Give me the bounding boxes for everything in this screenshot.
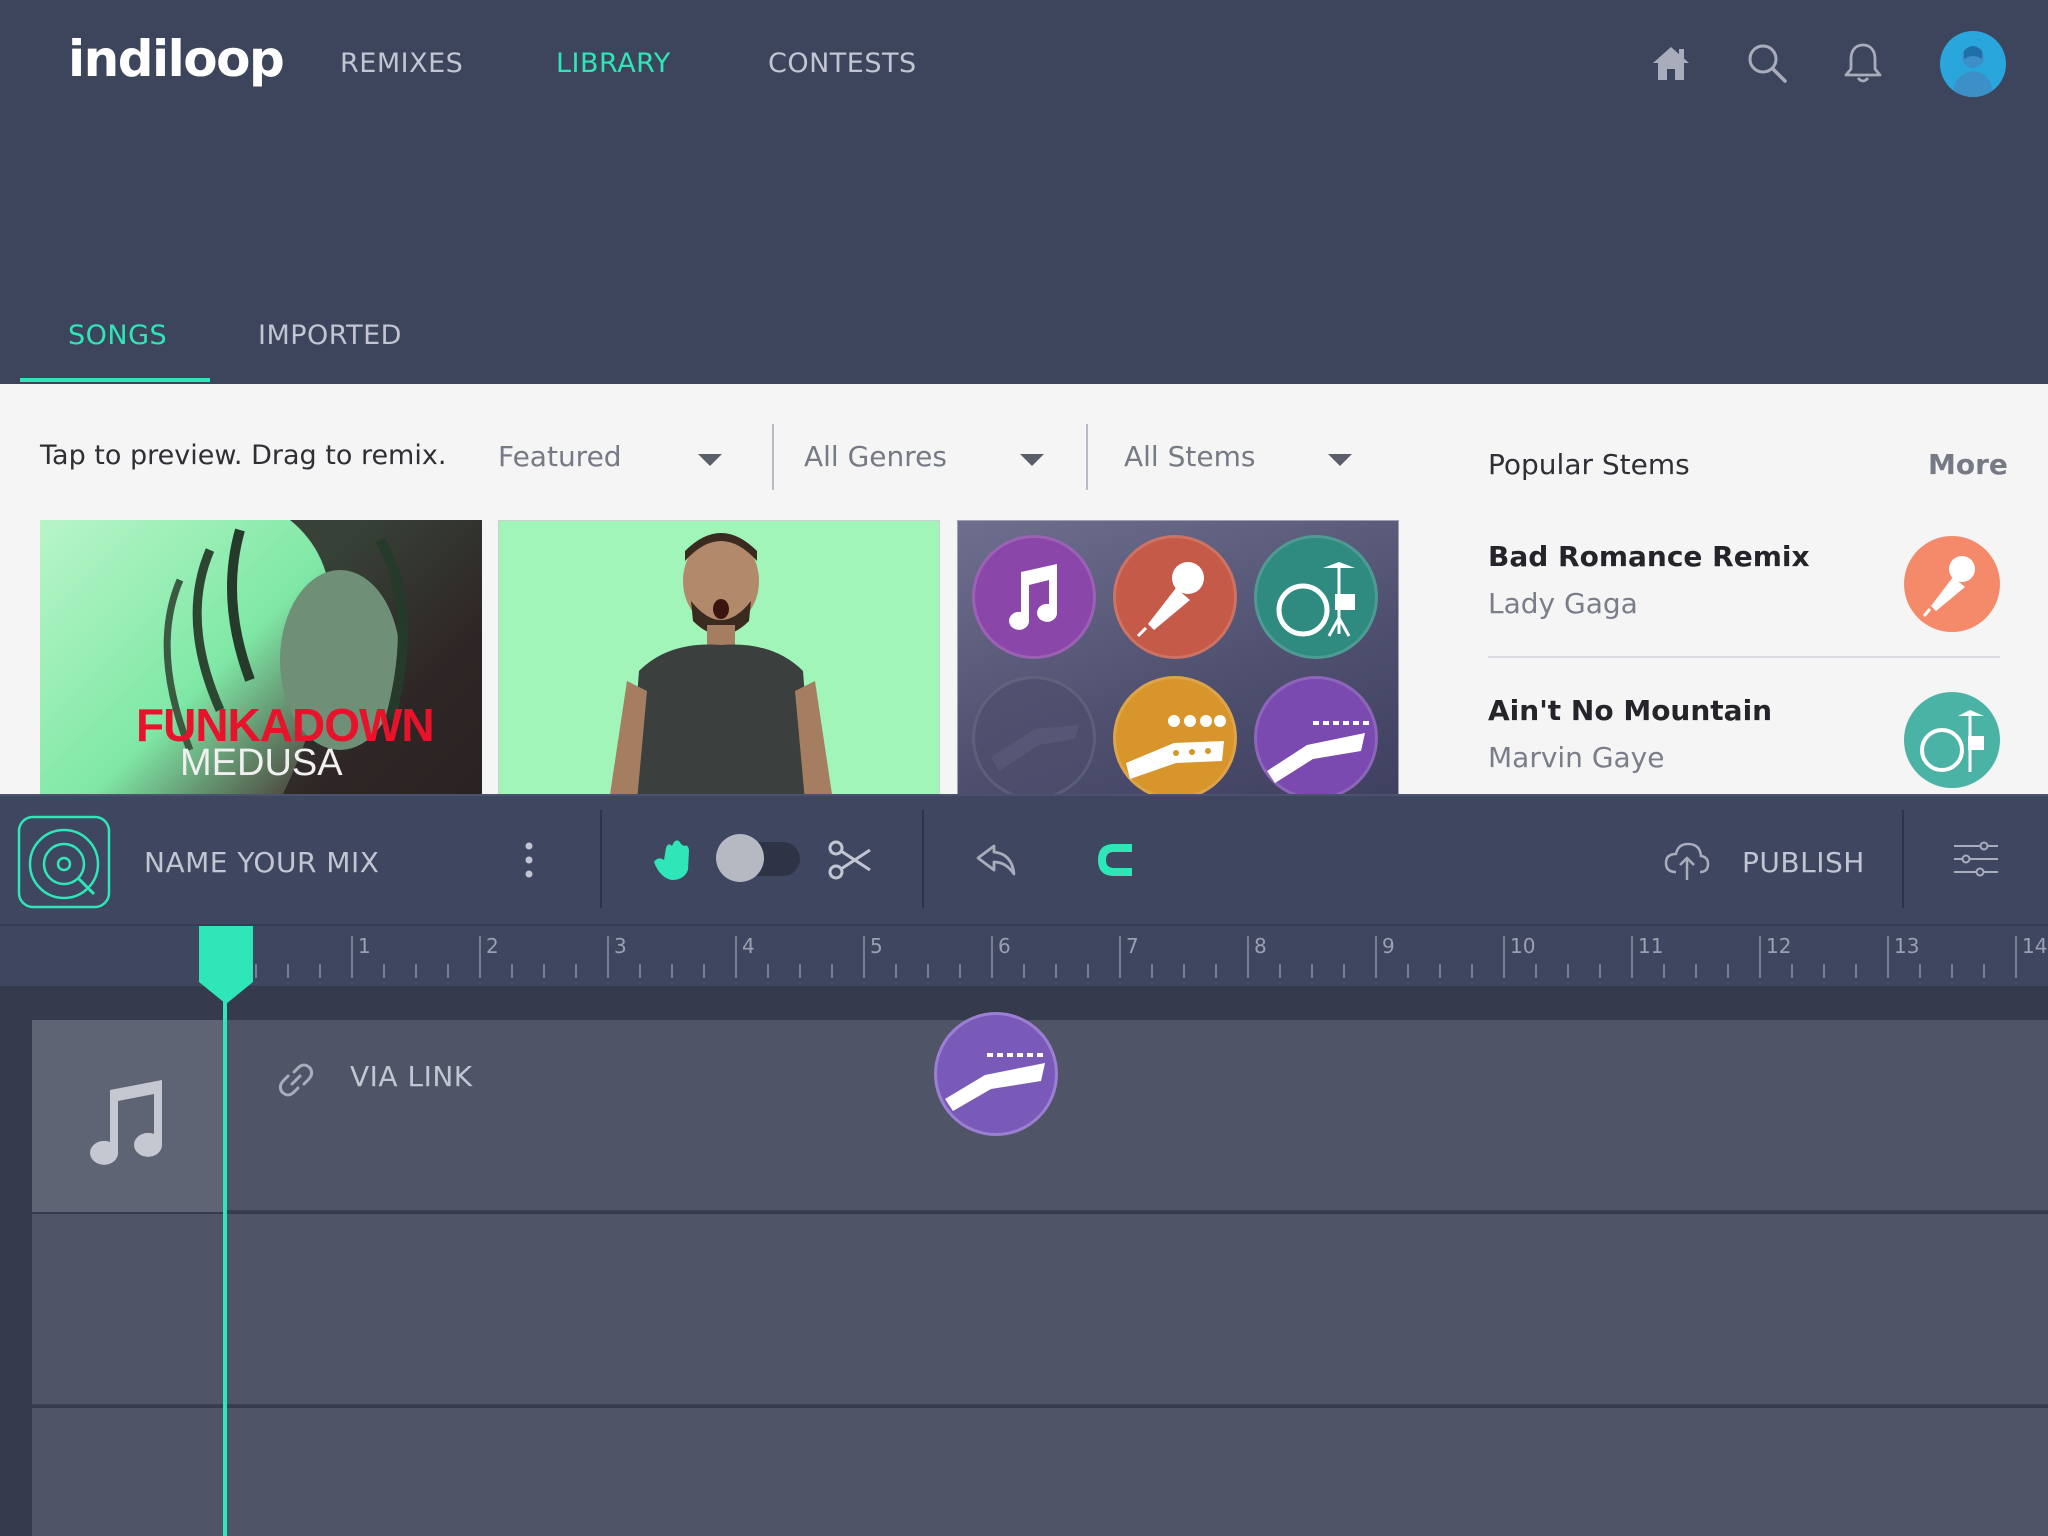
mix-toolbar: NAME YOUR MIX PUBLISH [0,794,2048,924]
album-subtitle: MEDUSA [180,742,343,784]
sort-dropdown[interactable]: Featured [498,440,726,480]
filter-divider [772,424,774,490]
playhead-line [223,940,227,1536]
publish-button[interactable]: PUBLISH [1742,846,1865,879]
chevron-down-icon [698,454,722,466]
nav-library[interactable]: LIBRARY [556,48,671,79]
active-tab-indicator [20,378,210,382]
ruler-number: 6 [998,934,1011,958]
track-lane[interactable] [32,1214,2048,1406]
chevron-down-icon [1020,454,1044,466]
song-tile-funkadown[interactable]: FUNKADOWN MEDUSA [40,520,482,794]
stem-guitar[interactable] [1254,676,1378,794]
home-icon[interactable] [1648,40,1694,86]
music-note-icon [90,1080,163,1165]
genre-dropdown-value: All Genres [804,440,947,473]
drums-icon [1276,562,1355,637]
popular-stems-more-link[interactable]: More [1928,448,2008,481]
guitar-clip[interactable] [934,1012,1058,1136]
track-lane[interactable] [32,1408,2048,1536]
guitar-headstock-icon [991,725,1079,771]
mixer-settings-icon[interactable] [1954,840,1998,878]
ruler-number: 14 [2022,934,2048,958]
music-note-icon [1009,564,1058,630]
microphone-icon [1922,556,1975,617]
ruler-number: 8 [1254,934,1267,958]
filter-divider [1086,424,1088,490]
genre-dropdown[interactable]: All Genres [804,440,1044,480]
guitar-headstock-icon [945,1053,1045,1111]
ruler-number: 9 [1382,934,1395,958]
ruler-number: 10 [1510,934,1536,958]
app-logo[interactable]: indiloop [68,30,285,88]
user-icon [1952,46,1994,97]
bell-icon[interactable] [1840,40,1886,86]
microphone-icon [1136,562,1204,638]
library-panel: Tap to preview. Drag to remix. Featured … [0,384,2048,794]
mix-name-field[interactable]: NAME YOUR MIX [144,846,379,879]
song-tile-stems[interactable] [957,520,1399,794]
ruler-ticks [255,936,2017,978]
ruler-number: 4 [742,934,755,958]
tool-toggle-knob[interactable] [716,834,764,882]
nav-remixes[interactable]: REMIXES [340,48,463,79]
ruler-number: 1 [358,934,371,958]
ruler-number: 13 [1894,934,1920,958]
ruler-number: 5 [870,934,883,958]
magnet-icon[interactable] [1092,836,1140,884]
ruler-number: 3 [614,934,627,958]
stem-bass[interactable] [1113,676,1237,794]
stems-dropdown-value: All Stems [1124,440,1256,473]
ruler-number: 2 [486,934,499,958]
ruler-number: 11 [1638,934,1664,958]
tab-songs[interactable]: SONGS [68,320,167,351]
undo-icon[interactable] [974,840,1018,880]
scissors-icon[interactable] [826,836,874,884]
timeline-ruler[interactable]: 1 2 3 4 5 6 7 8 9 10 11 12 13 14 [0,924,2048,986]
bass-headstock-icon [1126,715,1226,779]
hand-tool-icon[interactable] [648,836,696,884]
microphone-stem-badge[interactable] [1904,536,2000,632]
chevron-down-icon [1328,454,1352,466]
song-tile-video[interactable] [498,520,940,794]
drums-stem-badge[interactable] [1904,692,2000,788]
user-avatar[interactable] [1940,31,2006,97]
cloud-upload-icon[interactable] [1664,838,1710,882]
turntable-icon[interactable] [16,814,112,910]
top-header: indiloop REMIXES LIBRARY CONTESTS SONGS … [0,0,2048,384]
popular-stems-divider [1488,656,2000,658]
toolbar-divider [1902,810,1904,908]
tab-imported[interactable]: IMPORTED [258,320,402,351]
toolbar-divider [922,810,924,908]
stem-vocals[interactable] [1113,535,1237,659]
sort-dropdown-value: Featured [498,440,622,473]
search-icon[interactable] [1744,40,1790,86]
stem-bass-disabled[interactable] [972,676,1096,794]
ruler-number: 12 [1766,934,1792,958]
video-thumbnail [610,533,832,794]
guitar-headstock-icon [1267,721,1369,783]
more-options-icon[interactable] [522,840,536,880]
preview-hint: Tap to preview. Drag to remix. [40,440,447,471]
ruler-number: 7 [1126,934,1139,958]
toolbar-divider [600,810,602,908]
popular-stem-item[interactable]: Ain't No Mountain Marvin Gaye [1488,692,2000,788]
nav-contests[interactable]: CONTESTS [768,48,917,79]
stem-music[interactable] [972,535,1096,659]
popular-stem-item[interactable]: Bad Romance Remix Lady Gaga [1488,536,2000,632]
popular-stems-title: Popular Stems [1488,448,1690,481]
link-icon [278,1063,314,1097]
drums-icon [1920,710,1984,772]
track-label: VIA LINK [350,1060,473,1093]
track-header[interactable] [32,1020,224,1212]
playhead-handle[interactable] [199,926,253,1004]
stems-dropdown[interactable]: All Stems [1124,440,1352,480]
stem-drums[interactable] [1254,535,1378,659]
